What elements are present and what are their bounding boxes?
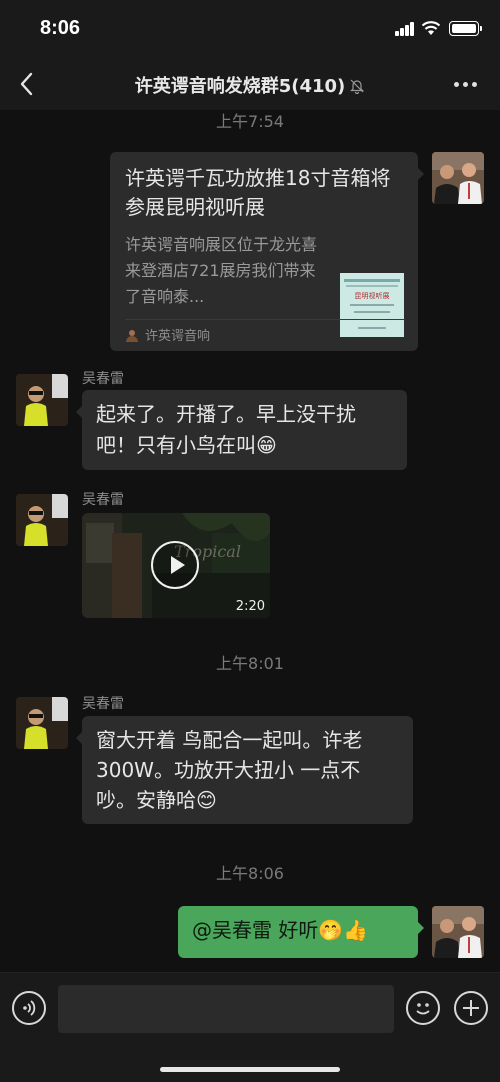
sender-avatar[interactable] <box>16 494 68 546</box>
my-avatar[interactable] <box>432 152 484 204</box>
nav-bar: 许英谔音响发烧群5(410) <box>0 58 500 110</box>
plus-icon[interactable] <box>454 991 488 1025</box>
sender-avatar[interactable] <box>16 697 68 749</box>
video-message[interactable]: Tropical 2:20 <box>82 513 270 618</box>
timestamp: 上午7:54 <box>216 112 284 131</box>
card-divider <box>125 319 405 320</box>
video-duration: 2:20 <box>235 599 265 614</box>
timestamp: 上午8:06 <box>216 864 284 883</box>
card-title: 许英谔千瓦功放推18寸音箱将参展昆明视听展 <box>125 166 391 219</box>
my-avatar[interactable] <box>432 906 484 958</box>
chat-area[interactable]: 上午7:54 许英谔千瓦功放推18寸音箱将参展昆明视听展 许英谔音响展区位于龙光… <box>0 110 500 972</box>
sender-name: 吴春雷 <box>82 696 124 712</box>
timestamp: 上午8:01 <box>216 654 284 673</box>
message-bubble[interactable]: 起来了。开播了。早上没干扰吧！只有小鸟在叫😁 <box>76 390 407 470</box>
sender-avatar[interactable] <box>16 374 68 426</box>
input-bar <box>0 972 500 1082</box>
message-input[interactable] <box>58 985 394 1033</box>
card-source: 许英谔音响 <box>125 325 210 344</box>
sender-name: 吴春雷 <box>82 371 124 387</box>
battery-icon <box>449 21 482 36</box>
source-avatar-icon <box>125 328 139 342</box>
play-icon[interactable] <box>151 541 199 589</box>
card-thumbnail-text: 昆明视听展 <box>355 291 390 300</box>
my-message-bubble[interactable]: @吴春雷 好听🤭👍 <box>178 906 424 958</box>
wifi-icon <box>421 20 441 36</box>
home-indicator <box>160 1067 340 1072</box>
sender-name: 吴春雷 <box>82 492 124 508</box>
card-source-name: 许英谔音响 <box>145 329 211 344</box>
more-dots-icon[interactable] <box>454 82 478 88</box>
status-bar: 8:06 <box>0 0 500 58</box>
voice-icon[interactable] <box>12 991 46 1025</box>
status-time: 8:06 <box>40 17 81 39</box>
chat-title: 许英谔音响发烧群5(410) <box>0 72 500 98</box>
bell-muted-icon <box>349 78 365 94</box>
shared-article-card[interactable]: 许英谔千瓦功放推18寸音箱将参展昆明视听展 许英谔音响展区位于龙光喜来登酒店72… <box>110 152 424 351</box>
chat-title-text: 许英谔音响发烧群5(410) <box>134 76 346 97</box>
card-description: 许英谔音响展区位于龙光喜来登酒店721展房我们带来了音响泰... <box>125 235 318 306</box>
signal-icon <box>395 22 415 36</box>
message-bubble[interactable]: 窗大开着 鸟配合一起叫。许老300W。功放开大扭小 一点不吵。安静哈😊 <box>76 716 413 824</box>
card-thumbnail: 昆明视听展 <box>340 273 404 337</box>
emoji-icon[interactable] <box>406 991 440 1025</box>
